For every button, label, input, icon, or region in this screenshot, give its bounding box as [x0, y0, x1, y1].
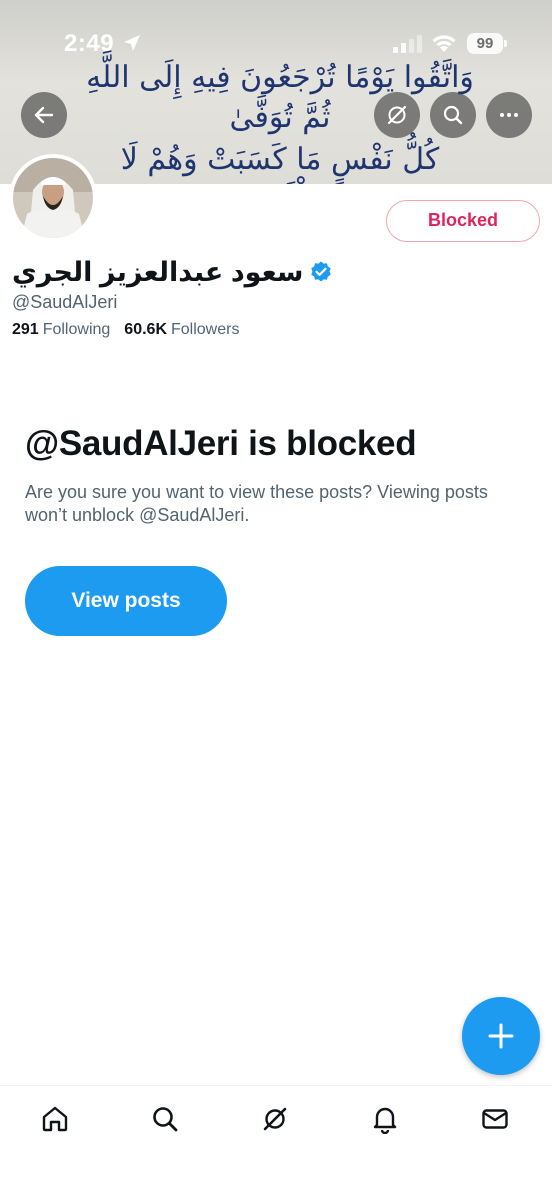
blocked-button[interactable]: Blocked: [386, 200, 540, 242]
explore-icon: [153, 1107, 178, 1132]
following-count: 291: [12, 321, 39, 338]
back-arrow-icon: [34, 106, 54, 124]
following-stat[interactable]: 291 Following: [12, 321, 110, 339]
handle: @SaudAlJeri: [12, 292, 118, 312]
verified-icon[interactable]: [309, 260, 333, 284]
tab-messages[interactable]: [478, 1102, 512, 1136]
profile-stats: 291 Following 60.6K Followers: [12, 321, 239, 339]
plus-icon: [488, 1023, 514, 1049]
display-name-row: سعود عبدالعزيز الجري: [12, 254, 333, 290]
compose-button[interactable]: [462, 997, 540, 1075]
avatar[interactable]: [9, 154, 97, 242]
more-button[interactable]: [486, 92, 532, 138]
grok-button[interactable]: [374, 92, 420, 138]
banner-line-2: كُلُّ نَفْسٍ مَا كَسَبَتْ وَهُمْ لَا يُظ…: [120, 142, 440, 184]
grok-icon: [263, 1107, 287, 1131]
following-label: Following: [42, 321, 111, 338]
home-icon: [42, 1106, 68, 1132]
tab-notifications[interactable]: [368, 1102, 402, 1136]
status-time: 2:49: [64, 30, 115, 57]
wifi-icon: [432, 35, 456, 52]
battery-tip: [504, 40, 507, 47]
messages-icon: [482, 1109, 508, 1129]
blocked-description: Are you sure you want to view these post…: [25, 482, 488, 525]
status-bar: 2:49 99: [0, 0, 552, 84]
more-icon: [500, 113, 518, 117]
location-icon: [124, 35, 140, 51]
followers-count: 60.6K: [124, 321, 167, 338]
search-icon: [443, 105, 463, 125]
grok-icon: [387, 105, 407, 125]
battery-indicator: 99: [467, 33, 503, 54]
followers-label: Followers: [171, 321, 240, 338]
display-name: سعود عبدالعزيز الجري: [12, 256, 304, 287]
back-button[interactable]: [21, 92, 67, 138]
view-posts-button[interactable]: View posts: [25, 566, 227, 636]
followers-stat[interactable]: 60.6K Followers: [124, 321, 239, 339]
bottom-tab-bar: [0, 1085, 552, 1200]
tab-explore[interactable]: [148, 1102, 182, 1136]
signal-icon: [393, 35, 422, 53]
avatar-image: [13, 158, 93, 238]
tab-home[interactable]: [38, 1102, 72, 1136]
notifications-icon: [373, 1107, 397, 1134]
blocked-title: @SaudAlJeri is blocked: [25, 424, 417, 463]
search-button[interactable]: [430, 92, 476, 138]
tab-grok[interactable]: [258, 1102, 292, 1136]
